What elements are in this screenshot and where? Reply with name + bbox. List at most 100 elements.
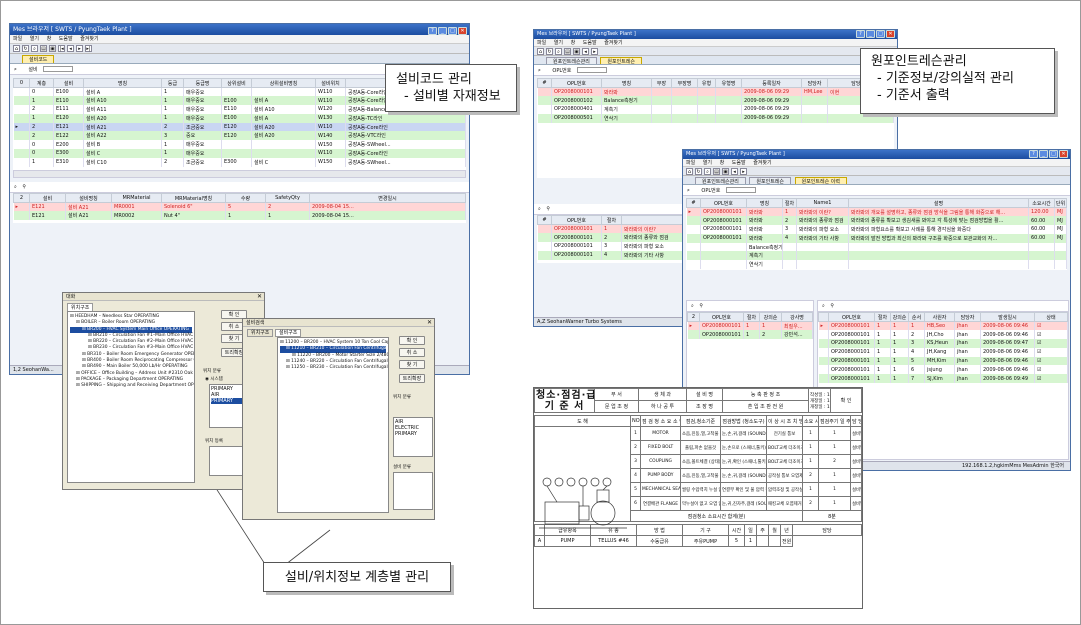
column-header[interactable]: 소요 시간 (802, 415, 819, 427)
column-header[interactable]: 0 (13, 78, 30, 88)
horizontal-scrollbar[interactable] (13, 170, 466, 178)
minimize-icon[interactable]: _ (438, 27, 447, 35)
prev-icon[interactable]: ◂ (67, 45, 74, 52)
home-icon[interactable]: ⌂ (537, 48, 544, 55)
refresh-icon[interactable]: ↻ (695, 168, 702, 175)
table-row[interactable]: OP2008000101 1 1 4 JH,Kang jhan 2009-08-06 09:… (818, 347, 1068, 357)
column-header[interactable]: 상위설비 (221, 78, 252, 88)
menu-help[interactable]: 도움말 (59, 36, 73, 42)
table-row[interactable]: ▸ OP2008000101 1 1 1 HB,Seo jhan 2009-08-06 09:… (818, 321, 1068, 331)
column-header[interactable]: 설비 (29, 193, 66, 203)
first-icon[interactable]: |◂ (58, 45, 65, 52)
column-header[interactable]: # (537, 215, 552, 225)
column-header[interactable]: 명칭 (83, 78, 162, 88)
menu-help[interactable]: 도움말 (732, 160, 746, 166)
search-icon[interactable]: ⌕ (14, 184, 17, 190)
close-icon[interactable]: ✕ (458, 27, 467, 35)
column-header[interactable]: 시간 (728, 524, 745, 536)
search-icon[interactable]: ⌕ (704, 168, 711, 175)
table-row[interactable]: E121 설비 A21 MR0002 Nut 4" 1 1 2009-08-04 15... (13, 211, 466, 221)
table-row[interactable]: 1 E120 설비 A20 1 매우중요 E100 설비 A W130 공장A동-TC라인 (13, 113, 466, 123)
search-icon[interactable]: ⌕ (687, 188, 690, 194)
list-item[interactable]: PRIMARY (395, 431, 431, 437)
column-header[interactable]: 순서 (908, 312, 925, 322)
tab-equipment-code[interactable]: 설비코드 (22, 55, 55, 63)
print-icon[interactable]: ▤ (713, 168, 720, 175)
column-header[interactable]: 유형명 (715, 78, 742, 88)
column-header[interactable]: # (686, 198, 701, 208)
column-header[interactable]: 점 검 청 소 요 소 항 목 (640, 415, 681, 427)
column-header[interactable]: 변경일시 (309, 193, 466, 203)
menu-open[interactable]: 열기 (30, 36, 39, 42)
column-header[interactable]: 강의순 (890, 312, 909, 322)
table-row[interactable]: OP2008000101 1 2 강민석... (687, 330, 813, 340)
search-input[interactable] (576, 67, 607, 73)
last-icon[interactable]: ▸| (85, 45, 92, 52)
column-header[interactable]: OPL번호 (828, 312, 875, 322)
column-header[interactable]: 설명 (848, 198, 1029, 208)
help-icon[interactable]: ? (1029, 150, 1038, 158)
menu-file[interactable]: 파일 (686, 160, 695, 166)
table-row[interactable]: 0 E200 설비 B 1 매우중요 W150 공장A동-SWheel... (13, 140, 466, 150)
equipment-class-list[interactable] (393, 472, 433, 510)
column-header[interactable]: 점검방법 (청소도구) (720, 415, 767, 427)
column-header[interactable]: 점검,청소기준 (680, 415, 721, 427)
column-header[interactable]: OPL번호 (700, 198, 747, 208)
column-header[interactable]: 이 상 시 조 치 방 법 (766, 415, 803, 427)
tab-opl[interactable]: 원포인트레슨 (600, 57, 643, 64)
column-header[interactable]: # (537, 78, 552, 88)
table-row[interactable]: OP2008000101 봐라봐 3 봐라봐의 파형 요소 봐라봐의 파형요소를 확보고… (686, 225, 1067, 234)
prev-icon[interactable]: ◂ (731, 168, 738, 175)
search-icon[interactable]: ⌕ (31, 45, 38, 52)
table-row[interactable]: OP2008000401 계측기 2009-08-06 09:29 (537, 105, 894, 114)
tab-opl-management[interactable]: 원포인트레슨관리 (695, 177, 746, 184)
next-icon[interactable]: ▸ (76, 45, 83, 52)
tab-opl[interactable]: 원포인트레슨 (749, 177, 792, 184)
table-row[interactable]: 계측기 (686, 251, 1067, 261)
search-icon[interactable]: ⌕ (691, 303, 694, 309)
ok-button[interactable]: 확 인 (399, 336, 425, 345)
table-row[interactable]: ▸ OP2008000101 1 1 최질우... (687, 321, 813, 331)
print-icon[interactable]: ▤ (564, 48, 571, 55)
column-header[interactable]: 절차 (782, 198, 797, 208)
tab-equipment[interactable]: 설비구조 (275, 329, 302, 337)
column-header[interactable]: 2 (13, 193, 30, 203)
close-icon[interactable]: ✕ (886, 30, 895, 38)
menu-file[interactable]: 파일 (13, 36, 22, 42)
column-header[interactable]: 소요시간 (1028, 198, 1055, 208)
table-row[interactable]: OP2008000101 1 1 3 KS,Heun jhan 2009-08-06 09:… (818, 339, 1068, 348)
menu-open[interactable]: 열기 (554, 40, 563, 46)
table-row[interactable]: OP2008000101 봐라봐 2009-08-06 09:29 HM,Lee 이현 (537, 87, 894, 97)
column-header[interactable]: 절차 (743, 312, 760, 322)
maximize-icon[interactable]: □ (1049, 150, 1058, 158)
refresh-icon[interactable]: ↻ (546, 48, 553, 55)
column-header[interactable]: MRMaterial명칭 (161, 193, 226, 203)
menu-file[interactable]: 파일 (537, 40, 546, 46)
column-header[interactable]: 등급명 (183, 78, 222, 88)
filter-icon[interactable]: ⚲ (546, 206, 550, 212)
column-header[interactable]: 도 해 (534, 415, 631, 427)
menu-open[interactable]: 열기 (703, 160, 712, 166)
save-icon[interactable]: ▣ (49, 45, 56, 52)
expand-tree-button[interactable]: 트리확장 (399, 374, 425, 383)
table-row[interactable]: OP2008000501 연삭기 2009-08-06 09:29 (537, 113, 894, 123)
maximize-icon[interactable]: □ (448, 27, 457, 35)
table-row[interactable]: Balance측정기 (686, 242, 1067, 252)
column-header[interactable]: 유형 (697, 78, 716, 88)
close-icon[interactable]: ✕ (427, 319, 432, 326)
filter-icon[interactable]: ⚲ (830, 303, 834, 309)
column-header[interactable]: OPL번호 (699, 312, 744, 322)
column-header[interactable]: 점검주기 일 주 월 년 (818, 415, 851, 427)
column-header[interactable]: 기 구 (682, 524, 729, 536)
column-header[interactable]: 년 (780, 524, 793, 536)
equipment-tree[interactable]: ⊟ 11200 – BR200 – HVAC System 10 Ton Coo… (277, 337, 389, 513)
column-header[interactable]: 담당자 (801, 78, 828, 88)
table-row[interactable]: ▸ OP2008000101 봐라봐 1 봐라봐의 이란? 봐라봐의 개요를 설명하고, … (686, 207, 1067, 217)
table-row[interactable]: OP2008000102 Balance측정기 2009-08-06 09:29 (537, 96, 894, 106)
menu-window[interactable]: 창 (47, 36, 52, 42)
column-header[interactable]: 강사명 (781, 312, 813, 322)
menu-window[interactable]: 창 (720, 160, 725, 166)
table-row[interactable]: 0 E300 설비 C 1 매우중요 W110 공장A동-Core라인 (13, 149, 466, 158)
close-icon[interactable]: ✕ (1059, 150, 1068, 158)
column-header[interactable]: 수량 (225, 193, 266, 203)
